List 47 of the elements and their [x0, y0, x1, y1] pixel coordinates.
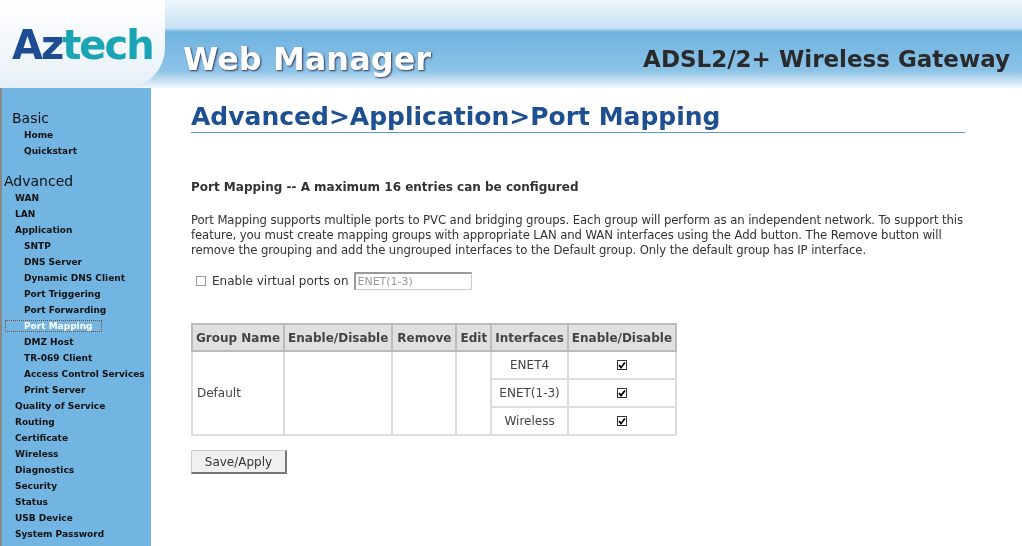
- column-header: Interfaces: [491, 324, 568, 351]
- checkbox[interactable]: [616, 360, 627, 370]
- sidebar-item[interactable]: SNTP: [2, 238, 151, 254]
- page-title: Advanced>Application>Port Mapping: [191, 102, 965, 133]
- sidebar-heading: Basic: [11, 110, 51, 127]
- sidebar-item[interactable]: Port Forwarding: [2, 302, 151, 318]
- app-title: Web Manager: [183, 40, 432, 78]
- checkbox[interactable]: [616, 416, 627, 426]
- sidebar-item[interactable]: System Password: [2, 526, 151, 542]
- checkbox-label: Enable virtual ports on: [212, 274, 349, 288]
- sidebar-item[interactable]: DNS Server: [2, 254, 151, 270]
- sidebar-item[interactable]: Dynamic DNS Client: [2, 270, 151, 286]
- column-header: Enable/Disable: [567, 324, 677, 351]
- column-header: Edit: [456, 324, 492, 351]
- sidebar-item[interactable]: Diagnostics: [2, 462, 151, 478]
- sidebar-item[interactable]: Routing: [2, 414, 151, 430]
- table-cell: Wireless: [491, 407, 568, 435]
- table-cell: ENET4: [491, 351, 568, 379]
- section-heading: Port Mapping -- A maximum 16 entries can be configured: [191, 180, 580, 194]
- sidebar-item[interactable]: Application: [2, 222, 151, 238]
- checkbox[interactable]: [196, 276, 206, 286]
- save-button[interactable]: Save/Apply: [191, 450, 287, 474]
- sidebar-item[interactable]: Home: [2, 127, 151, 143]
- sidebar-item[interactable]: LAN: [2, 206, 151, 222]
- sidebar-item[interactable]: Print Server: [2, 382, 151, 398]
- sidebar-item[interactable]: Access Control Services: [2, 366, 151, 382]
- sidebar-item[interactable]: Quickstart: [2, 143, 151, 159]
- sidebar-item[interactable]: Status: [2, 494, 151, 510]
- logo: Aztech: [12, 22, 153, 68]
- product-name: ADSL2/2+ Wireless Gateway: [643, 46, 1010, 72]
- sidebar-item[interactable]: Wireless: [2, 446, 151, 462]
- column-header: Group Name: [192, 324, 285, 351]
- column-header: Enable/Disable: [284, 324, 393, 351]
- table-cell: ENET(1-3): [491, 379, 568, 407]
- sidebar-item[interactable]: Port Triggering: [2, 286, 151, 302]
- sidebar-heading: Advanced: [3, 173, 75, 190]
- sidebar-item[interactable]: TR-069 Client: [2, 350, 151, 366]
- sidebar-item[interactable]: Certificate: [2, 430, 151, 446]
- checkbox[interactable]: [616, 388, 627, 398]
- sidebar-item[interactable]: USB Device: [2, 510, 151, 526]
- sidebar-item[interactable]: Quality of Service: [2, 398, 151, 414]
- sidebar-item[interactable]: WAN: [2, 190, 151, 206]
- description: Port Mapping supports multiple ports to PVC and bridging groups. Each group will perform as an independent network. To support this feature, you must create mapping groups with appropriate LAN and WAN interfaces using the Add button. The Remove button will remove the grouping and add the ungrouped interfaces to the Default group. Only the default group has IP interface.: [191, 213, 964, 258]
- table-cell: Default: [192, 351, 285, 435]
- column-header: Remove: [392, 324, 457, 351]
- sidebar-item[interactable]: Security: [2, 478, 151, 494]
- sidebar-item[interactable]: DMZ Host: [2, 334, 151, 350]
